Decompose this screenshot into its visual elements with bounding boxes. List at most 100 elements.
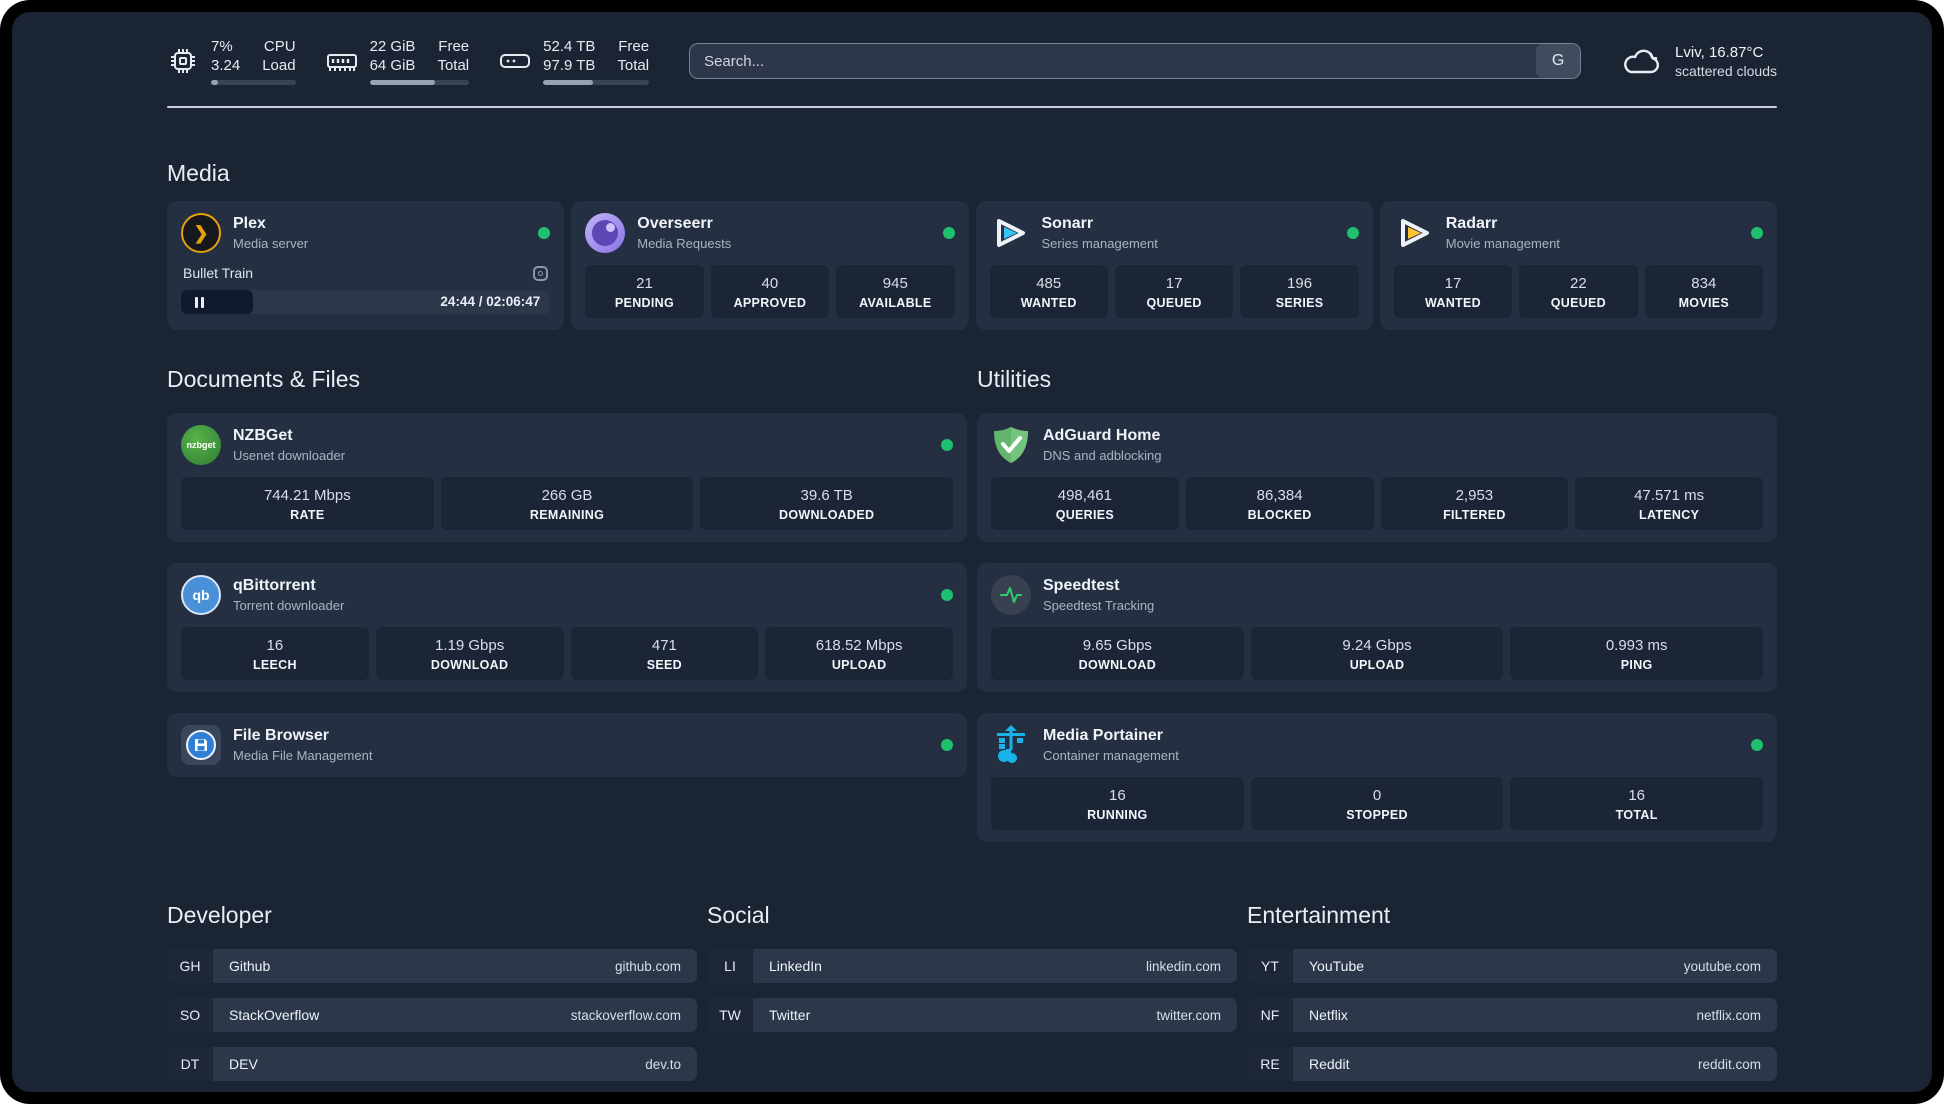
link-name: Reddit (1309, 1056, 1350, 1072)
plex-card[interactable]: ❯ Plex Media server Bullet Train 24:44 /… (167, 201, 565, 330)
disk-metric: 52.4 TB 97.9 TB Free Total (499, 37, 650, 85)
app-subtitle: Torrent downloader (233, 598, 345, 613)
link-tag: SO (167, 998, 213, 1032)
overseerr-card[interactable]: Overseerr Media Requests 21 PENDING 40 A… (571, 201, 969, 330)
stat-tile: 86,384 BLOCKED (1185, 477, 1374, 530)
app-name: qBittorrent (233, 577, 316, 594)
app-name: File Browser (233, 727, 330, 744)
link-tag: RE (1247, 1047, 1293, 1081)
pause-icon (195, 296, 204, 308)
radarr-card[interactable]: Radarr Movie management 17 WANTED 22 QUE… (1379, 201, 1777, 330)
sonarr-card[interactable]: Sonarr Series management 485 WANTED 17 Q… (975, 201, 1373, 330)
app-name: Overseerr (637, 215, 713, 232)
search-bar[interactable]: G (689, 43, 1582, 79)
nzbget-icon: nzbget (181, 425, 221, 465)
adguard-card[interactable]: AdGuard Home DNS and adblocking 498,461 … (977, 413, 1777, 542)
disk-icon (499, 46, 531, 76)
section-title-utilities: Utilities (977, 366, 1052, 392)
now-playing-title: Bullet Train (183, 265, 254, 281)
weather-widget[interactable]: Lviv, 16.87°C scattered clouds (1621, 43, 1777, 80)
qbittorrent-icon: qb (181, 575, 221, 615)
header-divider (167, 106, 1777, 108)
stat-tile: 21 PENDING (585, 265, 704, 318)
ram-values: 22 GiB 64 GiB (369, 38, 416, 74)
status-dot-online (1751, 739, 1763, 751)
status-dot-online (1751, 227, 1763, 239)
link-netflix[interactable]: NF Netflix netflix.com (1247, 998, 1777, 1032)
social-links-column: Social LI LinkedIn linkedin.com TW Twitt… (707, 902, 1237, 1081)
app-name: Media Portainer (1043, 727, 1164, 744)
link-tag: YT (1247, 949, 1293, 983)
link-tag: GH (167, 949, 213, 983)
link-stackoverflow[interactable]: SO StackOverflow stackoverflow.com (167, 998, 697, 1032)
ram-metric: 22 GiB 64 GiB Free Total (326, 37, 470, 85)
utilities-column: Utilities AdGuard Home DNS and adblockin… (977, 366, 1777, 842)
filebrowser-card[interactable]: File Browser Media File Management (167, 713, 967, 777)
app-subtitle: Container management (1043, 748, 1179, 763)
link-tag: NF (1247, 998, 1293, 1032)
search-input[interactable] (690, 44, 1537, 78)
window-frame: 7% 3.24 CPU Load 22 GiB 64 GiB Free Tota… (0, 0, 1944, 1104)
app-subtitle: Speedtest Tracking (1043, 598, 1155, 613)
app-subtitle: Media Requests (637, 236, 732, 251)
overseerr-icon (585, 213, 626, 253)
status-dot-online (538, 227, 551, 239)
stat-tile: 9.65 Gbps DOWNLOAD (991, 627, 1244, 680)
stat-tile: 196 SERIES (1240, 265, 1359, 318)
filebrowser-icon (181, 725, 221, 765)
playback-time: 24:44 / 02:06:47 (440, 294, 541, 309)
link-url: netflix.com (1696, 1007, 1761, 1023)
link-youtube[interactable]: YT YouTube youtube.com (1247, 949, 1777, 983)
stat-tile: 471 SEED (570, 627, 759, 680)
cpu-icon (167, 46, 199, 76)
link-github[interactable]: GH Github github.com (167, 949, 697, 983)
link-linkedin[interactable]: LI LinkedIn linkedin.com (707, 949, 1237, 983)
link-url: stackoverflow.com (570, 1007, 681, 1023)
app-name: Sonarr (1041, 215, 1094, 232)
disk-labels: Free Total (617, 38, 650, 74)
stat-tile: 266 GB REMAINING (440, 477, 694, 530)
stat-tile: 16 TOTAL (1510, 777, 1764, 830)
status-dot-online (942, 227, 955, 239)
search-engine-button[interactable]: G (1536, 44, 1581, 78)
link-dev[interactable]: DT DEV dev.to (167, 1047, 697, 1081)
link-url: linkedin.com (1145, 958, 1221, 974)
link-name: YouTube (1309, 958, 1365, 974)
section-title-media: Media (167, 160, 230, 186)
system-metrics: 7% 3.24 CPU Load 22 GiB 64 GiB Free Tota… (167, 37, 650, 85)
app-subtitle: DNS and adblocking (1043, 448, 1162, 463)
ram-icon (326, 46, 358, 76)
speedtest-card[interactable]: Speedtest Speedtest Tracking 9.65 Gbps D… (977, 563, 1777, 692)
speedtest-icon (991, 575, 1031, 615)
playback-progress-bar[interactable]: 24:44 / 02:06:47 (181, 290, 551, 314)
weather-condition: scattered clouds (1675, 62, 1777, 79)
link-reddit[interactable]: RE Reddit reddit.com (1247, 1047, 1777, 1081)
link-name: LinkedIn (769, 958, 822, 974)
stat-tile: 0.993 ms PING (1510, 627, 1764, 680)
session-settings-icon[interactable] (533, 265, 549, 281)
entertainment-links-column: Entertainment YT YouTube youtube.com NF … (1247, 902, 1777, 1081)
section-title-documents: Documents & Files (167, 366, 361, 392)
link-url: youtube.com (1683, 958, 1761, 974)
adguard-icon (991, 425, 1031, 465)
link-twitter[interactable]: TW Twitter twitter.com (707, 998, 1237, 1032)
app-name: Speedtest (1043, 577, 1120, 594)
link-name: StackOverflow (229, 1007, 320, 1023)
stat-tile: 618.52 Mbps UPLOAD (765, 627, 953, 680)
app-name: NZBGet (233, 427, 293, 444)
link-name: Github (229, 958, 271, 974)
nzbget-card[interactable]: nzbget NZBGet Usenet downloader 744.21 M… (167, 413, 967, 542)
stat-tile: 1.19 Gbps DOWNLOAD (375, 627, 564, 680)
cloud-icon (1621, 45, 1663, 77)
app-name: Plex (233, 215, 266, 232)
link-url: github.com (614, 958, 681, 974)
qbittorrent-card[interactable]: qb qBittorrent Torrent downloader 16 LEE… (167, 563, 967, 692)
stat-tile: 0 STOPPED (1250, 777, 1504, 830)
ram-progress-bar (369, 80, 470, 85)
link-tag: DT (167, 1047, 213, 1081)
app-subtitle: Media File Management (233, 748, 373, 763)
section-title-entertainment: Entertainment (1247, 902, 1391, 928)
link-url: reddit.com (1697, 1056, 1761, 1072)
stat-tile: 744.21 Mbps RATE (181, 477, 434, 530)
portainer-card[interactable]: Media Portainer Container management 16 … (977, 713, 1777, 842)
